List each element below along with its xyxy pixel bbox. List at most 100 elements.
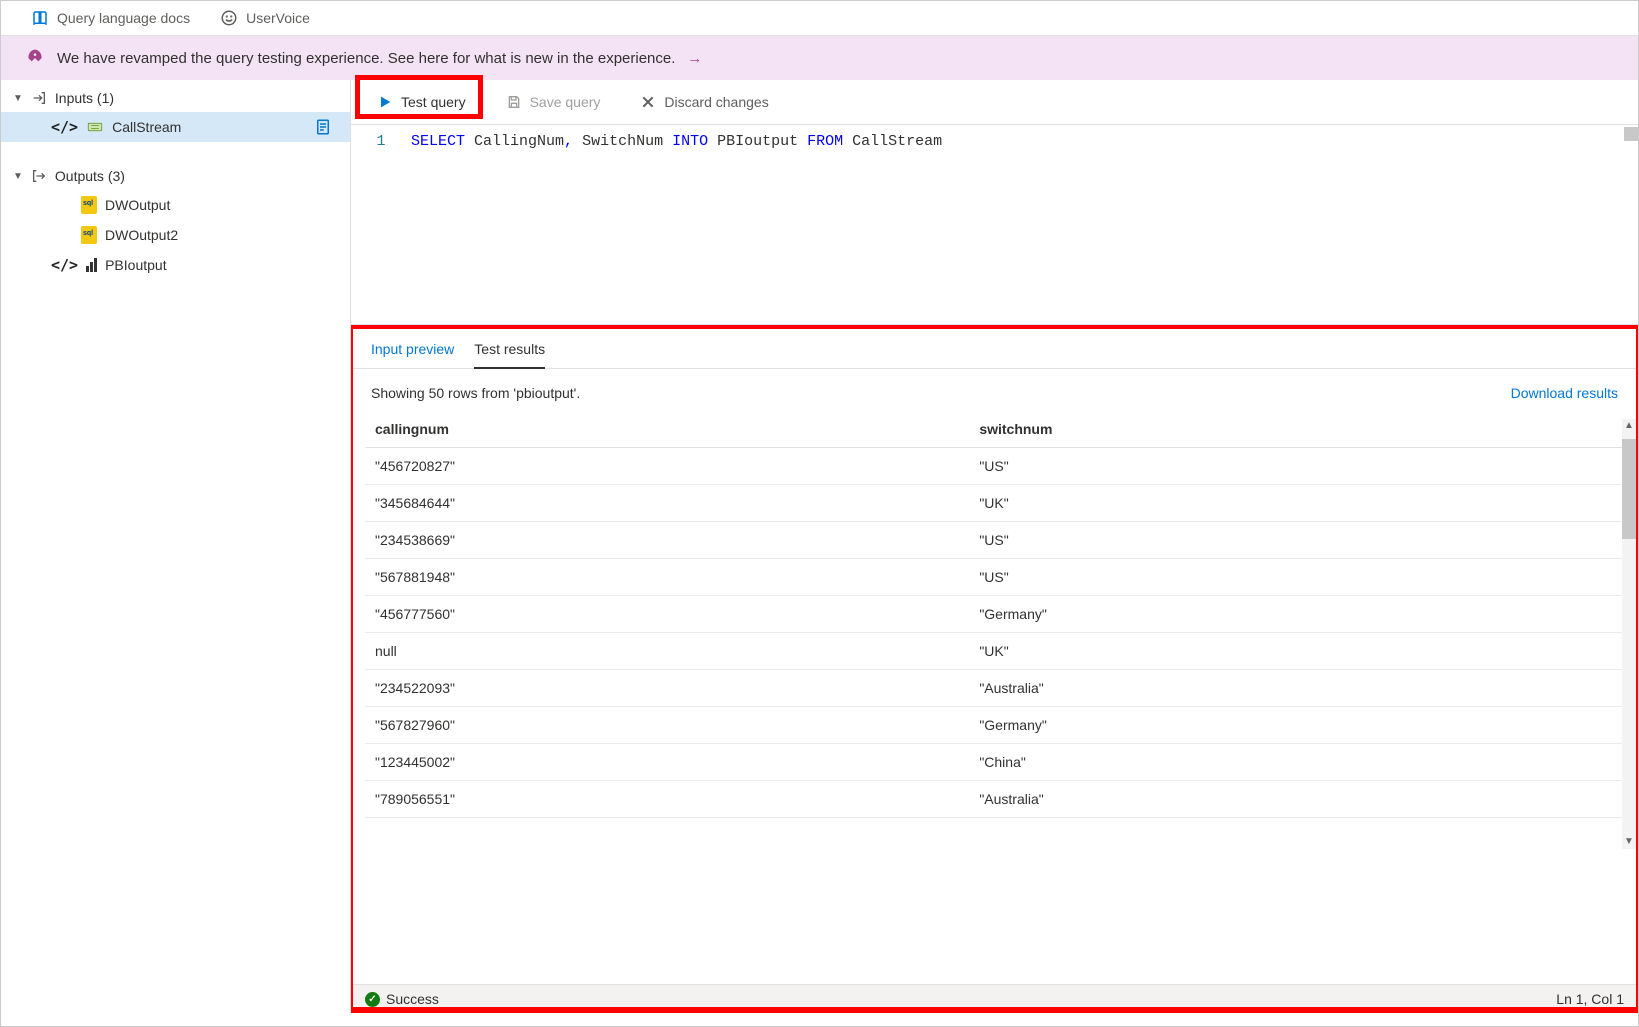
success-icon [365,992,380,1007]
code-icon: </> [51,118,78,136]
code-line: SELECT CallingNum, SwitchNum INTO PBIout… [411,133,1638,312]
cell-callingnum: "456720827" [365,448,969,485]
cell-callingnum: "123445002" [365,744,969,781]
cell-callingnum: "789056551" [365,781,969,818]
cell-callingnum: "567881948" [365,559,969,596]
cell-callingnum: null [365,633,969,670]
test-query-button[interactable]: Test query [369,90,474,114]
table-row[interactable]: "234522093""Australia" [365,670,1624,707]
docs-label: Query language docs [57,10,190,26]
tok-cols: CallingNum [465,133,564,150]
input-icon [31,90,47,106]
tok-src: CallStream [843,133,942,150]
inputs-header[interactable]: ▼ Inputs (1) [1,84,350,112]
content-pane: Test query Save query Discard changes 1 … [351,80,1638,1013]
table-row[interactable]: "456720827""US" [365,448,1624,485]
results-header: Showing 50 rows from 'pbioutput'. Downlo… [351,369,1638,411]
output-item-dwoutput[interactable]: DWOutput [1,190,350,220]
sql-db-icon [81,226,97,244]
scroll-down-icon[interactable]: ▼ [1622,835,1636,849]
status-text: Success [386,991,439,1007]
input-item-callstream[interactable]: </> CallStream [1,112,350,142]
status-bar: Success Ln 1, Col 1 [351,984,1638,1013]
cell-callingnum: "345684644" [365,485,969,522]
scrollbar-thumb[interactable] [1622,439,1636,539]
cell-callingnum: "567827960" [365,707,969,744]
col-callingnum[interactable]: callingnum [365,411,969,448]
col-switchnum[interactable]: switchnum [969,411,1624,448]
table-row[interactable]: "234538669""US" [365,522,1624,559]
table-row[interactable]: null"UK" [365,633,1624,670]
uservoice-label: UserVoice [246,10,310,26]
vertical-scrollbar[interactable]: ▲ ▼ [1622,419,1636,849]
sql-db-icon [81,196,97,214]
save-query-button[interactable]: Save query [498,90,609,114]
table-row[interactable]: "567881948""US" [365,559,1624,596]
outputs-label: Outputs (3) [55,168,125,184]
cursor-position: Ln 1, Col 1 [1556,991,1624,1007]
arrow-right-icon[interactable]: → [687,50,702,67]
cell-switchnum: "UK" [969,485,1624,522]
results-summary: Showing 50 rows from 'pbioutput'. [371,385,580,401]
item-label: DWOutput2 [105,227,178,243]
uservoice-link[interactable]: UserVoice [220,9,310,27]
item-label: DWOutput [105,197,170,213]
output-icon [31,168,47,184]
table-row[interactable]: "567827960""Germany" [365,707,1624,744]
table-row[interactable]: "456777560""Germany" [365,596,1624,633]
kw-into: INTO [672,133,708,150]
top-link-bar: Query language docs UserVoice [1,1,1638,36]
tok-out: PBIoutput [708,133,807,150]
results-table-wrap: callingnum switchnum "456720827""US""345… [351,411,1638,984]
tab-test-results[interactable]: Test results [474,341,545,369]
output-item-dwoutput2[interactable]: DWOutput2 [1,220,350,250]
query-editor[interactable]: 1 SELECT CallingNum, SwitchNum INTO PBIo… [351,125,1638,325]
cell-switchnum: "Germany" [969,707,1624,744]
smile-icon [220,9,238,27]
discard-changes-button[interactable]: Discard changes [632,90,776,114]
download-results-link[interactable]: Download results [1511,385,1618,401]
cell-switchnum: "Australia" [969,781,1624,818]
cell-callingnum: "234538669" [365,522,969,559]
btn-label: Discard changes [664,94,768,110]
output-item-pbioutput[interactable]: </> PBIoutput [1,250,350,280]
rocket-icon [25,48,45,68]
editor-scrollbar[interactable] [1624,127,1638,141]
table-row[interactable]: "789056551""Australia" [365,781,1624,818]
outputs-header[interactable]: ▼ Outputs (3) [1,162,350,190]
book-icon [31,9,49,27]
sidebar: ▼ Inputs (1) </> CallStream ▼ Outputs (3… [1,80,351,1013]
tok-comma: , [564,133,573,150]
caret-down-icon: ▼ [13,93,23,104]
cell-callingnum: "234522093" [365,670,969,707]
powerbi-icon [86,258,97,272]
status-left: Success [365,991,439,1007]
item-label: PBIoutput [105,257,167,273]
cell-switchnum: "US" [969,448,1624,485]
scroll-up-icon[interactable]: ▲ [1622,419,1636,433]
table-row[interactable]: "123445002""China" [365,744,1624,781]
cell-callingnum: "456777560" [365,596,969,633]
btn-label: Save query [530,94,601,110]
results-table: callingnum switchnum "456720827""US""345… [365,411,1624,818]
info-banner: We have revamped the query testing exper… [1,36,1638,80]
result-tabs: Input preview Test results [351,325,1638,369]
close-icon [640,94,656,110]
query-toolbar: Test query Save query Discard changes [351,80,1638,125]
code-icon: </> [51,256,78,274]
stream-icon [86,118,104,136]
tok-col2: SwitchNum [573,133,672,150]
cell-switchnum: "UK" [969,633,1624,670]
tab-input-preview[interactable]: Input preview [371,341,454,368]
caret-down-icon: ▼ [13,171,23,182]
kw-from: FROM [807,133,843,150]
cell-switchnum: "Germany" [969,596,1624,633]
cell-switchnum: "China" [969,744,1624,781]
banner-text: We have revamped the query testing exper… [57,50,675,67]
table-row[interactable]: "345684644""UK" [365,485,1624,522]
inputs-label: Inputs (1) [55,90,114,106]
item-actions [314,118,332,136]
item-label: CallStream [112,119,181,135]
document-icon[interactable] [314,118,332,136]
docs-link[interactable]: Query language docs [31,9,190,27]
